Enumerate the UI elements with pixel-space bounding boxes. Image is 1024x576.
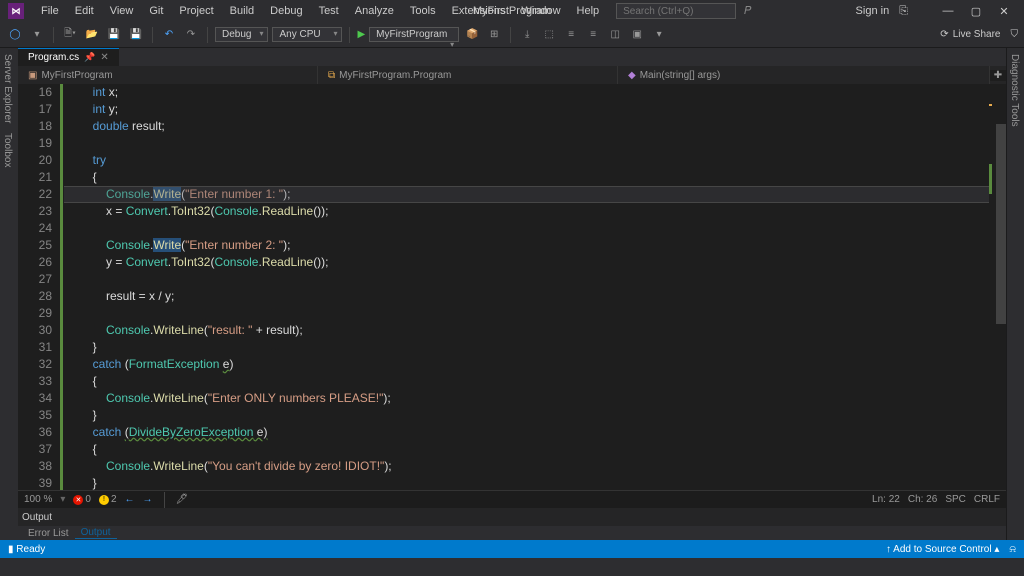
menu-git[interactable]: Git	[142, 3, 170, 19]
tb-ico-2[interactable]: ⊞	[485, 26, 503, 44]
open-icon[interactable]: 📂	[83, 26, 101, 44]
menu-help[interactable]: Help	[570, 3, 607, 19]
tb-ico-3[interactable]: ⤓	[518, 26, 536, 44]
zoom-level[interactable]: 100 %	[24, 494, 52, 505]
source-control-button[interactable]: ↑ Add to Source Control ▴	[886, 544, 999, 555]
pin-icon[interactable]: 📌	[84, 52, 95, 63]
undo-icon[interactable]: ↶	[160, 26, 178, 44]
menu-tools[interactable]: Tools	[403, 3, 443, 19]
search-input[interactable]	[616, 3, 736, 19]
spc-indicator[interactable]: SPC	[945, 494, 966, 505]
errorlist-tab[interactable]: Error List	[22, 528, 75, 539]
output-title: Output	[22, 512, 62, 523]
diagnostic-tools-tab[interactable]: Diagnostic Tools	[1009, 54, 1022, 127]
menu-edit[interactable]: Edit	[68, 3, 101, 19]
tb-ico-4[interactable]: ⬚	[540, 26, 558, 44]
bottom-panel-selector: Error List Output	[18, 526, 1006, 540]
play-icon[interactable]: ▶	[357, 29, 365, 40]
redo-icon[interactable]: ↷	[182, 26, 200, 44]
user-icon[interactable]: ⎘	[899, 5, 908, 18]
line-numbers: 1617181920212223242526272829303132333435…	[18, 84, 58, 490]
search-caret-icon: 𝑃	[744, 5, 751, 18]
minimize-button[interactable]: —	[936, 5, 960, 18]
platform-dropdown[interactable]: Any CPU	[272, 27, 342, 42]
nav-fwd-icon[interactable]: ▾	[28, 26, 46, 44]
code-editor[interactable]: 1617181920212223242526272829303132333435…	[18, 84, 1006, 490]
navbar: ▣ MyFirstProgram ⧉ MyFirstProgram.Progra…	[18, 66, 1006, 84]
nav-project[interactable]: ▣ MyFirstProgram	[18, 66, 318, 84]
current-line-highlight	[64, 186, 989, 203]
nav-type[interactable]: ⧉ MyFirstProgram.Program	[318, 66, 618, 84]
tb-ico-7[interactable]: ◫	[606, 26, 624, 44]
csproj-icon: ▣	[28, 70, 37, 81]
start-target-dropdown[interactable]: MyFirstProgram	[369, 27, 459, 42]
build-icon[interactable]: 🖋	[176, 494, 189, 505]
menu-view[interactable]: View	[103, 3, 141, 19]
right-toolwindow-strip: Diagnostic Tools	[1006, 48, 1024, 540]
close-tab-icon[interactable]: ✕	[100, 52, 108, 63]
split-editor-icon[interactable]: ✚	[990, 70, 1006, 81]
tb-ico-6[interactable]: ≡	[584, 26, 602, 44]
menu-test[interactable]: Test	[312, 3, 346, 19]
error-count[interactable]: ✕0	[73, 494, 91, 505]
ready-indicator: ▮ Ready	[8, 544, 45, 555]
left-toolwindow-strip: Server Explorer Toolbox	[0, 48, 18, 540]
menu-file[interactable]: File	[34, 3, 66, 19]
tab-program-cs[interactable]: Program.cs 📌 ✕	[18, 48, 119, 66]
window-title: MyFirstProgram	[473, 5, 551, 17]
tab-label: Program.cs	[28, 52, 79, 63]
tb-ico-5[interactable]: ≡	[562, 26, 580, 44]
crlf-indicator[interactable]: CRLF	[974, 494, 1000, 505]
save-all-icon[interactable]: 💾	[127, 26, 145, 44]
main-area: Server Explorer Toolbox Program.cs 📌 ✕ ▣…	[0, 48, 1024, 540]
vertical-scrollbar[interactable]	[992, 84, 1006, 490]
nav-back-icon[interactable]: ◯	[6, 26, 24, 44]
editor-status-bar: 100 % ▾ ✕0 !2 ← → 🖋 Ln: 22 Ch: 26 SPC CR…	[18, 490, 1006, 508]
config-dropdown[interactable]: Debug	[215, 27, 268, 42]
output-tab[interactable]: Output	[75, 527, 117, 539]
nav-prev-icon[interactable]: ←	[125, 494, 135, 505]
close-button[interactable]: ✕	[992, 5, 1016, 18]
nav-next-icon[interactable]: →	[143, 494, 153, 505]
status-bar: ▮ Ready ↑ Add to Source Control ▴ ⍾	[0, 540, 1024, 558]
document-tabs: Program.cs 📌 ✕	[18, 48, 1006, 66]
toolbar: ◯ ▾ 🗎▾ 📂 💾 💾 ↶ ↷ Debug Any CPU ▶ MyFirst…	[0, 22, 1024, 48]
toolbox-tab[interactable]: Toolbox	[2, 133, 16, 167]
ln-indicator[interactable]: Ln: 22	[872, 494, 900, 505]
method-icon: ◆	[628, 70, 636, 81]
new-file-icon[interactable]: 🗎▾	[61, 26, 79, 44]
menu-analyze[interactable]: Analyze	[348, 3, 401, 19]
code-body[interactable]: int x; int y; double result; try { Conso…	[64, 84, 989, 490]
liveshare-icon: ⟳	[940, 29, 948, 40]
menu-build[interactable]: Build	[223, 3, 261, 19]
menu-debug[interactable]: Debug	[263, 3, 309, 19]
vs-logo-icon: ⋈	[8, 3, 24, 19]
nav-member[interactable]: ◆ Main(string[] args)	[618, 66, 990, 84]
tb-ico-1[interactable]: 📦	[463, 26, 481, 44]
notifications-icon[interactable]: ⍾	[1009, 544, 1016, 555]
titlebar: ⋈ File Edit View Git Project Build Debug…	[0, 0, 1024, 22]
tb-ico-8[interactable]: ▣	[628, 26, 646, 44]
tb-ico-9[interactable]: ▾	[650, 26, 668, 44]
admin-icon[interactable]: ⛉	[1011, 29, 1019, 40]
menu-project[interactable]: Project	[172, 3, 220, 19]
liveshare-button[interactable]: ⟳ Live Share ⛉	[940, 29, 1018, 40]
maximize-button[interactable]: ▢	[964, 5, 988, 18]
server-explorer-tab[interactable]: Server Explorer	[2, 54, 16, 123]
signin-link[interactable]: Sign in	[856, 5, 890, 17]
save-icon[interactable]: 💾	[105, 26, 123, 44]
class-icon: ⧉	[328, 70, 335, 81]
bottom-panel-tabs: Output	[18, 508, 1006, 526]
warning-count[interactable]: !2	[99, 494, 117, 505]
ch-indicator[interactable]: Ch: 26	[908, 494, 937, 505]
